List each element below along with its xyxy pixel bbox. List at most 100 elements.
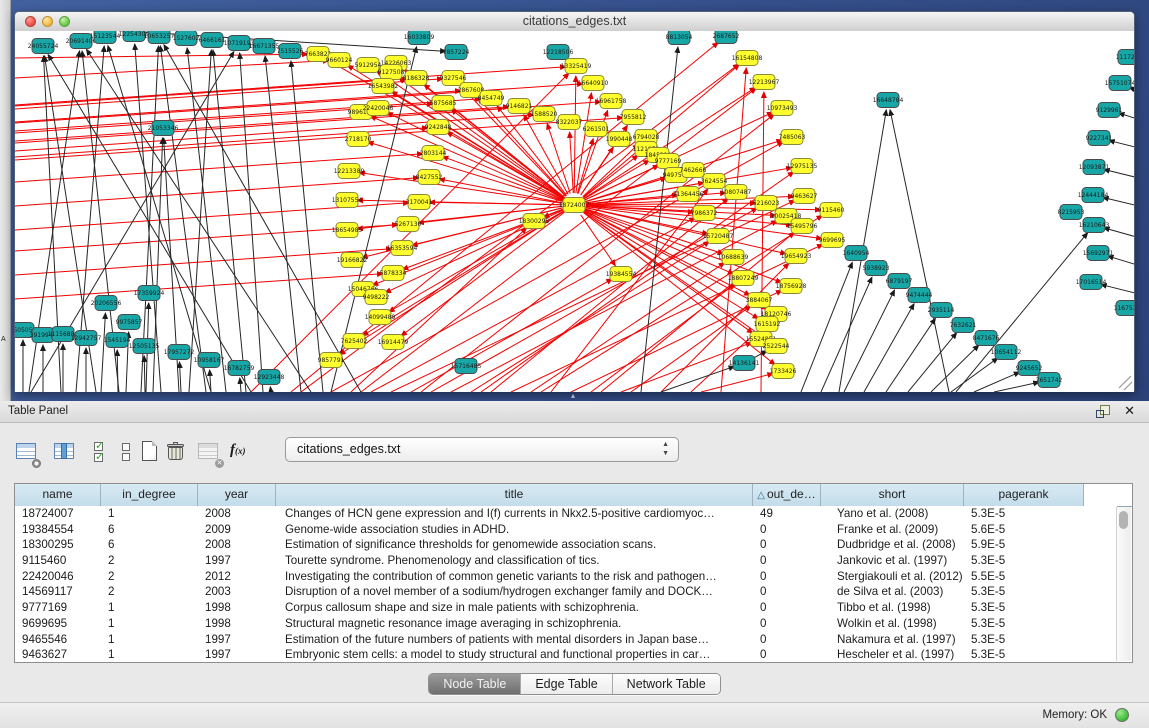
- graph-node[interactable]: [75, 331, 97, 346]
- graph-node[interactable]: [765, 339, 787, 354]
- graph-node[interactable]: [380, 65, 402, 80]
- cell-title[interactable]: Genome-wide association studies in ADHD.: [276, 522, 753, 538]
- cell-in_degree[interactable]: 2: [101, 553, 198, 569]
- function-builder-icon[interactable]: f(x): [230, 440, 256, 466]
- graph-node[interactable]: [1083, 160, 1105, 175]
- graph-node[interactable]: [1087, 246, 1109, 261]
- tab-network-table[interactable]: Network Table: [613, 674, 720, 694]
- cell-name[interactable]: 18724007: [15, 506, 101, 522]
- column-header-in_degree[interactable]: in_degree: [101, 484, 198, 506]
- graph-node[interactable]: [138, 286, 160, 301]
- cell-name[interactable]: 9115460: [15, 553, 101, 569]
- graph-node[interactable]: [585, 122, 607, 137]
- graph-node[interactable]: [427, 120, 449, 135]
- graph-node[interactable]: [975, 331, 997, 346]
- cell-out_degree[interactable]: 49: [753, 506, 821, 522]
- cell-short[interactable]: Jankovic et al. (1997): [821, 553, 964, 569]
- graph-node[interactable]: [372, 79, 394, 94]
- graph-node[interactable]: [1082, 188, 1104, 203]
- graph-node[interactable]: [175, 31, 197, 46]
- graph-node[interactable]: [341, 253, 363, 268]
- cell-year[interactable]: 2009: [198, 522, 276, 538]
- column-header-year[interactable]: year: [198, 484, 276, 506]
- show-columns-icon[interactable]: [52, 440, 78, 466]
- graph-node[interactable]: [736, 51, 758, 66]
- graph-node[interactable]: [547, 45, 569, 60]
- graph-node[interactable]: [480, 91, 502, 106]
- cell-in_degree[interactable]: 6: [101, 522, 198, 538]
- graph-node[interactable]: [791, 219, 813, 234]
- graph-node[interactable]: [397, 217, 419, 232]
- graph-node[interactable]: [725, 185, 747, 200]
- cell-short[interactable]: Tibbo et al. (1998): [821, 600, 964, 616]
- graph-node[interactable]: [328, 53, 350, 68]
- table-row[interactable]: 946554611997Estimation of the future num…: [15, 632, 1117, 648]
- graph-node[interactable]: [703, 174, 725, 189]
- table-mode-icon[interactable]: [14, 440, 40, 466]
- graph-node[interactable]: [865, 261, 887, 276]
- unselect-all-columns-icon[interactable]: [114, 440, 140, 466]
- cell-title[interactable]: Disruption of a novel member of a sodium…: [276, 584, 753, 600]
- graph-node[interactable]: [123, 31, 145, 42]
- graph-node[interactable]: [1088, 131, 1110, 146]
- graph-node[interactable]: [793, 189, 815, 204]
- cell-title[interactable]: Embryonic stem cells: a model to study s…: [276, 647, 753, 662]
- table-row[interactable]: 1456911722003Disruption of a novel membe…: [15, 584, 1117, 600]
- graph-node[interactable]: [508, 99, 530, 114]
- graph-node[interactable]: [391, 241, 413, 256]
- graph-node[interactable]: [668, 31, 690, 45]
- table-row[interactable]: 911546021997Tourette syndrome. Phenomeno…: [15, 553, 1117, 569]
- cell-pagerank[interactable]: 5.3E-5: [964, 616, 1084, 632]
- graph-node[interactable]: [888, 274, 910, 289]
- cell-short[interactable]: Nakamura et al. (1997): [821, 632, 964, 648]
- graph-node[interactable]: [1109, 76, 1131, 91]
- tab-edge-table[interactable]: Edge Table: [521, 674, 612, 694]
- graph-node[interactable]: [877, 93, 899, 108]
- table-row[interactable]: 1938455462009Genome-wide association stu…: [15, 522, 1117, 538]
- cell-year[interactable]: 1997: [198, 553, 276, 569]
- cell-pagerank[interactable]: 5.3E-5: [964, 506, 1084, 522]
- table-row[interactable]: 946362711997Embryonic stem cells: a mode…: [15, 647, 1117, 662]
- cell-year[interactable]: 1997: [198, 632, 276, 648]
- memory-ok-indicator[interactable]: [1115, 708, 1129, 722]
- float-window-icon[interactable]: [1096, 405, 1109, 418]
- delete-table-icon[interactable]: ✕: [196, 440, 222, 466]
- graph-node[interactable]: [707, 229, 729, 244]
- graph-node[interactable]: [95, 296, 117, 311]
- column-header-name[interactable]: name: [15, 484, 101, 506]
- cell-pagerank[interactable]: 5.5E-5: [964, 569, 1084, 585]
- graph-node[interactable]: [365, 290, 387, 305]
- scrollbar-thumb[interactable]: [1119, 511, 1128, 529]
- close-panel-icon[interactable]: ✕: [1124, 403, 1135, 419]
- graph-node[interactable]: [201, 33, 223, 48]
- cell-in_degree[interactable]: 1: [101, 647, 198, 662]
- graph-node[interactable]: [32, 39, 54, 54]
- graph-node[interactable]: [693, 206, 715, 221]
- graph-node[interactable]: [133, 339, 155, 354]
- cell-title[interactable]: Investigating the contribution of common…: [276, 569, 753, 585]
- cell-short[interactable]: Yano et al. (2008): [821, 506, 964, 522]
- cell-year[interactable]: 1997: [198, 647, 276, 662]
- graph-node[interactable]: [820, 203, 842, 218]
- cell-out_degree[interactable]: 0: [753, 584, 821, 600]
- graph-node[interactable]: [445, 45, 467, 60]
- graph-node[interactable]: [408, 195, 430, 210]
- graph-node[interactable]: [845, 246, 867, 261]
- graph-node[interactable]: [422, 146, 444, 161]
- network-window-titlebar[interactable]: citations_edges.txt: [15, 12, 1134, 32]
- graph-node[interactable]: [320, 353, 342, 368]
- cell-out_degree[interactable]: 0: [753, 553, 821, 569]
- graph-node[interactable]: [369, 310, 391, 325]
- cell-pagerank[interactable]: 5.9E-5: [964, 537, 1084, 553]
- cell-name[interactable]: 18300295: [15, 537, 101, 553]
- cell-in_degree[interactable]: 1: [101, 616, 198, 632]
- graph-node[interactable]: [1083, 218, 1105, 233]
- graph-node[interactable]: [347, 132, 369, 147]
- select-all-columns-icon[interactable]: ✓ ✓: [88, 440, 114, 466]
- cell-pagerank[interactable]: 5.3E-5: [964, 600, 1084, 616]
- graph-node[interactable]: [455, 359, 477, 374]
- table-row[interactable]: 2242004622012Investigating the contribut…: [15, 569, 1117, 585]
- cell-short[interactable]: Dudbridge et al. (2008): [821, 537, 964, 553]
- graph-node[interactable]: [198, 353, 220, 368]
- graph-node[interactable]: [608, 132, 630, 147]
